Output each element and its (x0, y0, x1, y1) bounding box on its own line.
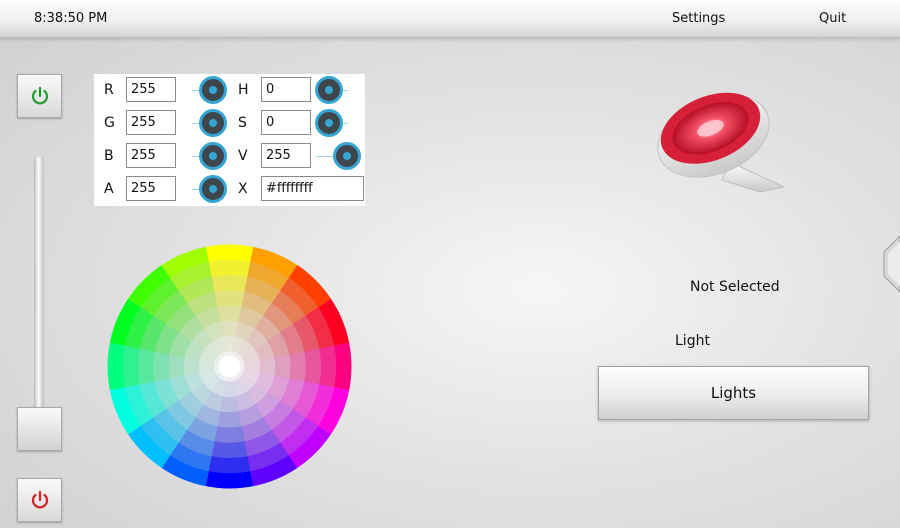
r-label: R (104, 82, 114, 98)
power-icon (31, 490, 48, 509)
b-field[interactable]: 255 (126, 143, 176, 168)
s-field[interactable]: 0 (261, 110, 311, 135)
v-knob[interactable] (333, 142, 361, 170)
selection-status: Not Selected (690, 279, 780, 295)
h-knob[interactable] (315, 76, 343, 104)
quit-menu[interactable]: Quit (819, 11, 846, 26)
a-label: A (104, 181, 114, 197)
color-wheel-selector[interactable] (218, 355, 241, 378)
g-label: G (104, 115, 115, 131)
s-label: S (238, 115, 247, 131)
clock: 8:38:50 PM (34, 11, 108, 26)
lights-button[interactable]: Lights (598, 366, 869, 420)
a-field[interactable]: 255 (126, 176, 176, 201)
a-knob[interactable] (199, 175, 227, 203)
power-icon (31, 86, 48, 105)
h-field[interactable]: 0 (261, 77, 311, 102)
power-off-button[interactable] (17, 478, 62, 522)
settings-menu[interactable]: Settings (672, 11, 725, 26)
color-values-panel: R 255 H 0 G 255 S 0 B 255 V 255 A 255 X … (94, 74, 365, 206)
x-label: X (238, 181, 248, 197)
b-label: B (104, 148, 114, 164)
g-field[interactable]: 255 (126, 110, 176, 135)
power-on-button[interactable] (17, 74, 62, 118)
top-bar: 8:38:50 PM Settings Quit (0, 0, 900, 38)
lamp-image (657, 92, 786, 193)
r-knob[interactable] (199, 76, 227, 104)
color-wheel[interactable] (107, 244, 352, 489)
v-field[interactable]: 255 (261, 143, 311, 168)
r-field[interactable]: 255 (126, 77, 176, 102)
g-knob[interactable] (199, 109, 227, 137)
v-label: V (238, 148, 248, 164)
brightness-slider-handle[interactable] (17, 407, 62, 451)
s-knob[interactable] (315, 109, 343, 137)
h-label: H (238, 82, 249, 98)
b-knob[interactable] (199, 142, 227, 170)
chevron-left-icon[interactable] (880, 236, 900, 292)
hex-field[interactable]: #ffffffff (261, 176, 364, 201)
light-label: Light (675, 333, 710, 349)
brightness-slider-track[interactable] (34, 157, 44, 409)
